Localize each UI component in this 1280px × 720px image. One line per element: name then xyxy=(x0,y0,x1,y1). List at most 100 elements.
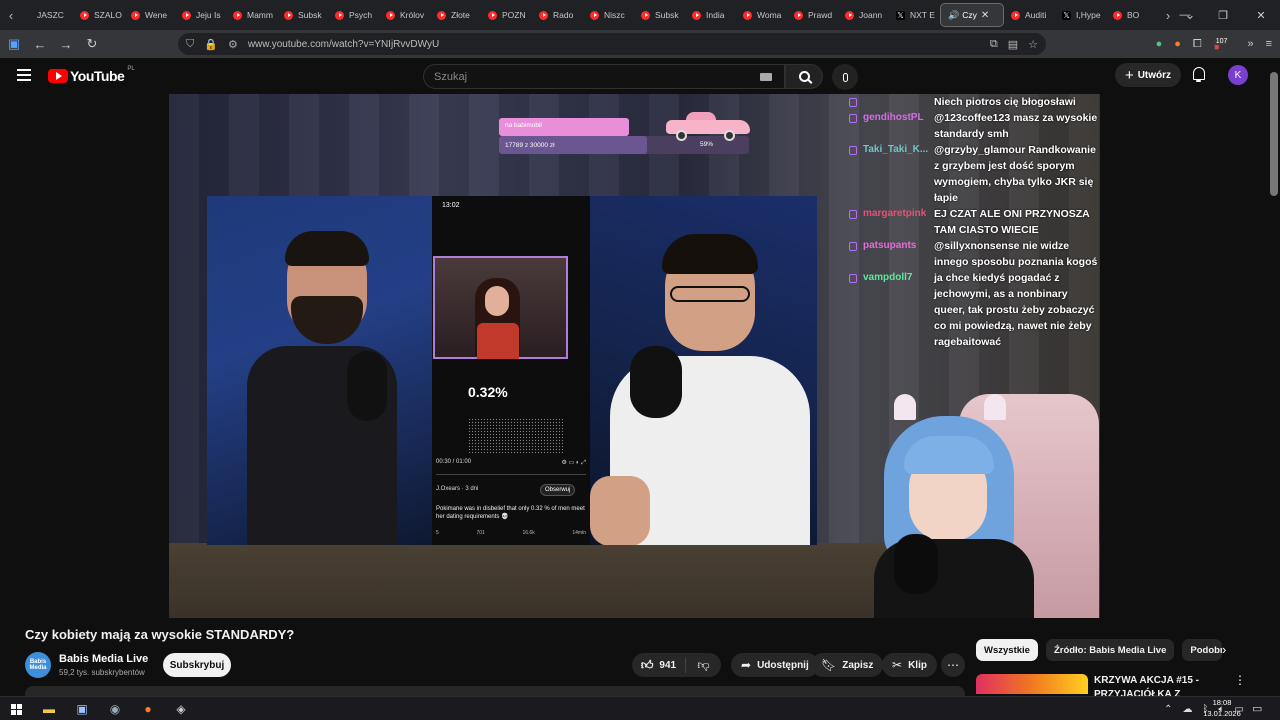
twitch-badge-icon xyxy=(849,210,857,219)
share-button[interactable]: ➦ Udostępnij xyxy=(731,653,819,677)
twitch-badge-icon xyxy=(849,114,857,123)
filter-chip[interactable]: Wszystkie xyxy=(976,639,1038,661)
more-actions-icon[interactable]: ⋯ xyxy=(941,653,965,677)
browser-tab[interactable]: Joann xyxy=(838,0,889,30)
search-button[interactable] xyxy=(785,64,823,89)
lock-icon[interactable]: 🔒 xyxy=(204,38,218,51)
picture-in-picture-icon[interactable]: ⧉ xyxy=(990,38,998,51)
browser-tab[interactable]: 𝕏 I,Hype xyxy=(1055,0,1106,30)
monitor-app-icon[interactable]: ▣ xyxy=(73,700,91,718)
restore-icon[interactable]: ❐ xyxy=(1204,0,1242,30)
filter-chip[interactable]: Źródło: Babis Media Live xyxy=(1045,639,1175,661)
tab-favicon-icon xyxy=(29,11,32,20)
youtube-logo[interactable]: YouTube PL xyxy=(48,66,135,84)
tab-label: Psych xyxy=(349,10,373,20)
browser-tab[interactable]: Subsk xyxy=(634,0,685,30)
bookmark-star-icon[interactable]: ☆ xyxy=(1028,38,1038,51)
phone-progress-bar xyxy=(436,474,586,475)
forward-icon[interactable]: → xyxy=(54,32,78,56)
filter-chip[interactable]: Podobne xyxy=(1182,639,1223,661)
account-avatar[interactable]: K xyxy=(1228,65,1248,85)
recommended-video-thumbnail[interactable] xyxy=(976,674,1088,694)
page-scrollbar[interactable] xyxy=(1268,58,1280,696)
phone-action-count: 701 xyxy=(476,530,485,536)
notifications-bell-icon[interactable] xyxy=(1192,67,1206,83)
browser-tab[interactable]: BO xyxy=(1106,0,1157,30)
browser-tab[interactable]: Królov xyxy=(379,0,430,30)
extension-badge: 107 xyxy=(1213,37,1230,45)
tray-overflow-icon[interactable]: ⌃ xyxy=(1164,704,1172,715)
guide-menu-icon[interactable] xyxy=(17,69,31,81)
browser-tab[interactable]: Prawd xyxy=(787,0,838,30)
chat-username: gendihostPL xyxy=(863,112,924,123)
chat-text: Niech piotros cię błogosławi xyxy=(934,96,1076,108)
browser-tab[interactable]: India xyxy=(685,0,736,30)
channel-name[interactable]: Babis Media Live xyxy=(59,653,148,665)
tab-active[interactable]: 🔊 Czy ✕ xyxy=(940,3,1004,27)
close-window-icon[interactable]: ✕ xyxy=(1242,0,1280,30)
clip-button[interactable]: ✂ Klip xyxy=(882,653,937,677)
description-box[interactable] xyxy=(25,686,965,696)
url-text[interactable]: www.youtube.com/watch?v=YNIjRvvDWyU xyxy=(248,39,439,50)
browser-tab[interactable]: Jeju Is xyxy=(175,0,226,30)
steam-icon[interactable]: ◉ xyxy=(106,700,124,718)
search-input[interactable]: Szukaj xyxy=(423,64,785,89)
browser-tab[interactable]: Złote xyxy=(430,0,481,30)
youtube-play-icon xyxy=(48,69,68,83)
site-settings-icon[interactable]: ⚙ xyxy=(228,38,238,51)
file-explorer-icon[interactable]: ▬ xyxy=(40,700,58,718)
browser-tab[interactable]: Mamm xyxy=(226,0,277,30)
shield-icon[interactable]: ⛉ xyxy=(186,38,194,51)
voice-search-button[interactable] xyxy=(832,64,858,90)
create-button[interactable]: + Utwórz xyxy=(1115,63,1181,87)
browser-tab[interactable]: Rado xyxy=(532,0,583,30)
browser-tab[interactable]: Psych xyxy=(328,0,379,30)
video-player[interactable]: na babimobil 17789 z 30000 zł 59% 13:02 … xyxy=(169,94,1100,618)
recommended-more-icon[interactable]: ⋮ xyxy=(1234,673,1246,687)
taskbar-clock[interactable]: 18:08 13.01.2026 xyxy=(1200,697,1244,719)
tray-app-icon[interactable]: ☁ xyxy=(1183,704,1193,715)
reload-icon[interactable]: ↻ xyxy=(80,32,104,56)
start-windows-icon[interactable] xyxy=(7,700,25,718)
like-button[interactable]: 👍︎ 941 xyxy=(632,657,686,673)
notifications-icon[interactable]: ▭ xyxy=(1252,702,1262,715)
youtube-favicon-icon xyxy=(539,10,548,20)
cat-ear-headphones-icon xyxy=(894,394,916,420)
browser-tab[interactable]: 𝕏 NXT E xyxy=(889,0,940,30)
back-icon[interactable]: ← xyxy=(28,32,52,56)
firefox-icon[interactable]: ● xyxy=(139,700,157,718)
browser-tab[interactable]: SZALO xyxy=(73,0,124,30)
browser-tab[interactable]: Auditi xyxy=(1004,0,1055,30)
reader-view-icon[interactable]: ▤ xyxy=(1008,38,1018,51)
keyboard-icon[interactable] xyxy=(760,73,772,81)
tab-scroll-left-icon[interactable]: ‹ xyxy=(0,0,22,30)
browser-tab[interactable]: JASZC xyxy=(22,0,73,30)
sidebar-toggle-icon[interactable]: ▣ xyxy=(2,32,26,56)
adblock-icon[interactable]: ▮107 xyxy=(1213,37,1236,51)
fox-extension-icon[interactable]: ● xyxy=(1174,38,1181,50)
chips-next-icon[interactable]: › xyxy=(1222,642,1226,657)
browser-tab[interactable]: Wene xyxy=(124,0,175,30)
minimize-icon[interactable]: — xyxy=(1166,0,1204,30)
extensions-puzzle-icon[interactable]: ⧠ xyxy=(1193,38,1202,51)
browser-tab[interactable]: Niszc xyxy=(583,0,634,30)
browser-menu-icon[interactable]: ≡ xyxy=(1266,38,1272,50)
host-right-camera xyxy=(590,196,817,545)
vpn-extension-icon[interactable]: ● xyxy=(1156,38,1163,50)
app-icon[interactable]: ◈ xyxy=(172,700,190,718)
speaker-icon[interactable]: 🔊 xyxy=(948,10,959,21)
browser-tab[interactable]: POZN xyxy=(481,0,532,30)
dislike-button[interactable]: 👎︎ xyxy=(686,658,721,673)
browser-tab[interactable]: Subsk xyxy=(277,0,328,30)
like-count: 941 xyxy=(659,659,677,671)
tab-close-icon[interactable]: ✕ xyxy=(981,10,989,21)
save-button[interactable]: 🔖︎ Zapisz xyxy=(811,653,884,677)
microphone-icon xyxy=(842,72,848,82)
address-bar[interactable]: ⛉ 🔒 ⚙ www.youtube.com/watch?v=YNIjRvvDWy… xyxy=(178,33,1046,55)
overflow-chevron-icon[interactable]: » xyxy=(1247,38,1253,50)
channel-avatar[interactable]: Babis Media xyxy=(25,652,51,678)
browser-tab[interactable]: Woma xyxy=(736,0,787,30)
subscribe-button[interactable]: Subskrybuj xyxy=(163,653,231,677)
scrollbar-thumb[interactable] xyxy=(1270,72,1278,196)
plus-icon: + xyxy=(1124,66,1134,84)
